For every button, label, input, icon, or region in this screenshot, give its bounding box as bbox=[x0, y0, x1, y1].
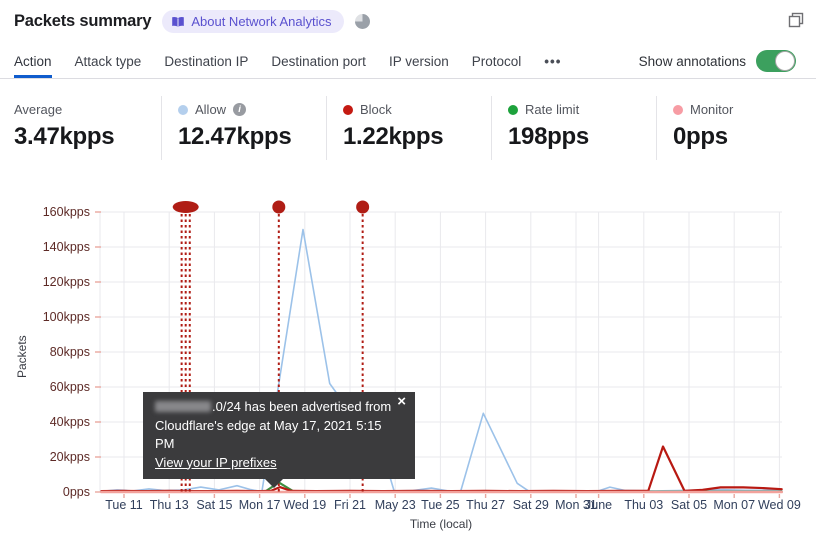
page-title: Packets summary bbox=[14, 12, 152, 30]
badge-label: About Network Analytics bbox=[191, 14, 332, 29]
tab-destination-ip[interactable]: Destination IP bbox=[164, 54, 248, 78]
annotation-marker[interactable] bbox=[172, 201, 199, 213]
monitor-legend-dot bbox=[673, 104, 683, 115]
x-tick-label: May 23 bbox=[375, 498, 416, 512]
x-tick-label: Wed 19 bbox=[283, 498, 326, 512]
rate-limit-legend-dot bbox=[508, 104, 518, 115]
stat-monitor: Monitor 0pps bbox=[656, 96, 816, 160]
pie-progress-icon bbox=[354, 14, 370, 29]
book-icon bbox=[172, 16, 185, 27]
breakdown-tabs: Action Attack type Destination IP Destin… bbox=[0, 46, 816, 79]
stat-rate-limit: Rate limit 198pps bbox=[491, 96, 656, 160]
x-tick-label: Fri 21 bbox=[334, 498, 366, 512]
y-tick-label: 100kpps bbox=[43, 310, 90, 324]
tooltip-line-2: Cloudflare's edge at May 17, 2021 5:15 P… bbox=[155, 417, 382, 452]
x-tick-label: Thu 13 bbox=[150, 498, 189, 512]
y-tick-label: 60kpps bbox=[50, 380, 90, 394]
about-network-analytics-badge[interactable]: About Network Analytics bbox=[162, 10, 344, 33]
toggle-knob bbox=[775, 51, 795, 71]
x-tick-label: Thu 27 bbox=[466, 498, 505, 512]
stat-label: Allow bbox=[195, 102, 227, 117]
stat-label: Average bbox=[14, 102, 63, 117]
stat-value: 1.22kpps bbox=[343, 123, 444, 150]
view-ip-prefixes-link[interactable]: View your IP prefixes bbox=[155, 455, 277, 470]
tab-action[interactable]: Action bbox=[14, 54, 52, 78]
y-tick-label: 20kpps bbox=[50, 450, 90, 464]
x-tick-label: Mon 07 bbox=[713, 498, 755, 512]
x-tick-label: Thu 03 bbox=[624, 498, 663, 512]
y-tick-label: 120kpps bbox=[43, 275, 90, 289]
more-tabs-ellipsis-icon[interactable]: ••• bbox=[544, 54, 561, 78]
show-annotations-label: Show annotations bbox=[638, 53, 746, 69]
x-axis-label: Time (local) bbox=[409, 517, 473, 531]
allow-legend-dot bbox=[178, 104, 188, 115]
tab-protocol[interactable]: Protocol bbox=[472, 54, 522, 78]
stat-value: 3.47kpps bbox=[14, 123, 115, 150]
y-axis-label: Packets bbox=[15, 335, 29, 378]
x-tick-label: Sat 05 bbox=[671, 498, 707, 512]
x-tick-label: Mon 17 bbox=[239, 498, 281, 512]
stat-label: Rate limit bbox=[525, 102, 580, 117]
x-tick-label: Tue 11 bbox=[105, 498, 143, 512]
y-tick-label: 160kpps bbox=[43, 205, 90, 219]
x-tick-label: Sat 29 bbox=[513, 498, 549, 512]
tab-ip-version[interactable]: IP version bbox=[389, 54, 449, 78]
x-tick-label: Tue 25 bbox=[421, 498, 460, 512]
close-icon[interactable]: × bbox=[397, 394, 406, 410]
stat-label: Monitor bbox=[690, 102, 734, 117]
tab-destination-port[interactable]: Destination port bbox=[271, 54, 366, 78]
stat-average: Average 3.47kpps bbox=[0, 96, 161, 160]
stat-value: 198pps bbox=[508, 123, 589, 150]
x-tick-label: June bbox=[585, 498, 612, 512]
y-tick-label: 40kpps bbox=[50, 415, 90, 429]
redacted-ip-prefix bbox=[155, 401, 211, 412]
tooltip-line-1: .0/24 has been advertised from bbox=[155, 398, 403, 417]
annotation-marker[interactable] bbox=[356, 200, 370, 214]
tooltip-arrow bbox=[264, 478, 284, 488]
series-rate-limit bbox=[100, 481, 783, 493]
pop-out-icon[interactable] bbox=[788, 12, 804, 28]
block-legend-dot bbox=[343, 104, 353, 115]
stat-block: Block 1.22kpps bbox=[326, 96, 491, 160]
annotation-marker[interactable] bbox=[272, 200, 286, 214]
stats-row: Average 3.47kpps Allow i 12.47kpps Block… bbox=[0, 96, 816, 160]
y-tick-label: 0pps bbox=[63, 485, 90, 499]
info-icon[interactable]: i bbox=[233, 103, 247, 116]
stat-value: 12.47kpps bbox=[178, 123, 292, 150]
y-tick-label: 140kpps bbox=[43, 240, 90, 254]
tab-attack-type[interactable]: Attack type bbox=[75, 54, 142, 78]
annotation-tooltip: × .0/24 has been advertised from Cloudfl… bbox=[143, 392, 415, 488]
stat-label: Block bbox=[360, 102, 392, 117]
x-tick-label: Wed 09 bbox=[758, 498, 801, 512]
stat-allow: Allow i 12.47kpps bbox=[161, 96, 326, 160]
x-tick-label: Sat 15 bbox=[196, 498, 232, 512]
page-header: Packets summary About Network Analytics bbox=[14, 10, 370, 33]
y-tick-label: 80kpps bbox=[50, 345, 90, 359]
x-tick-label: Mon 31 bbox=[555, 498, 597, 512]
show-annotations-toggle[interactable] bbox=[756, 50, 796, 72]
stat-value: 0pps bbox=[673, 123, 728, 150]
